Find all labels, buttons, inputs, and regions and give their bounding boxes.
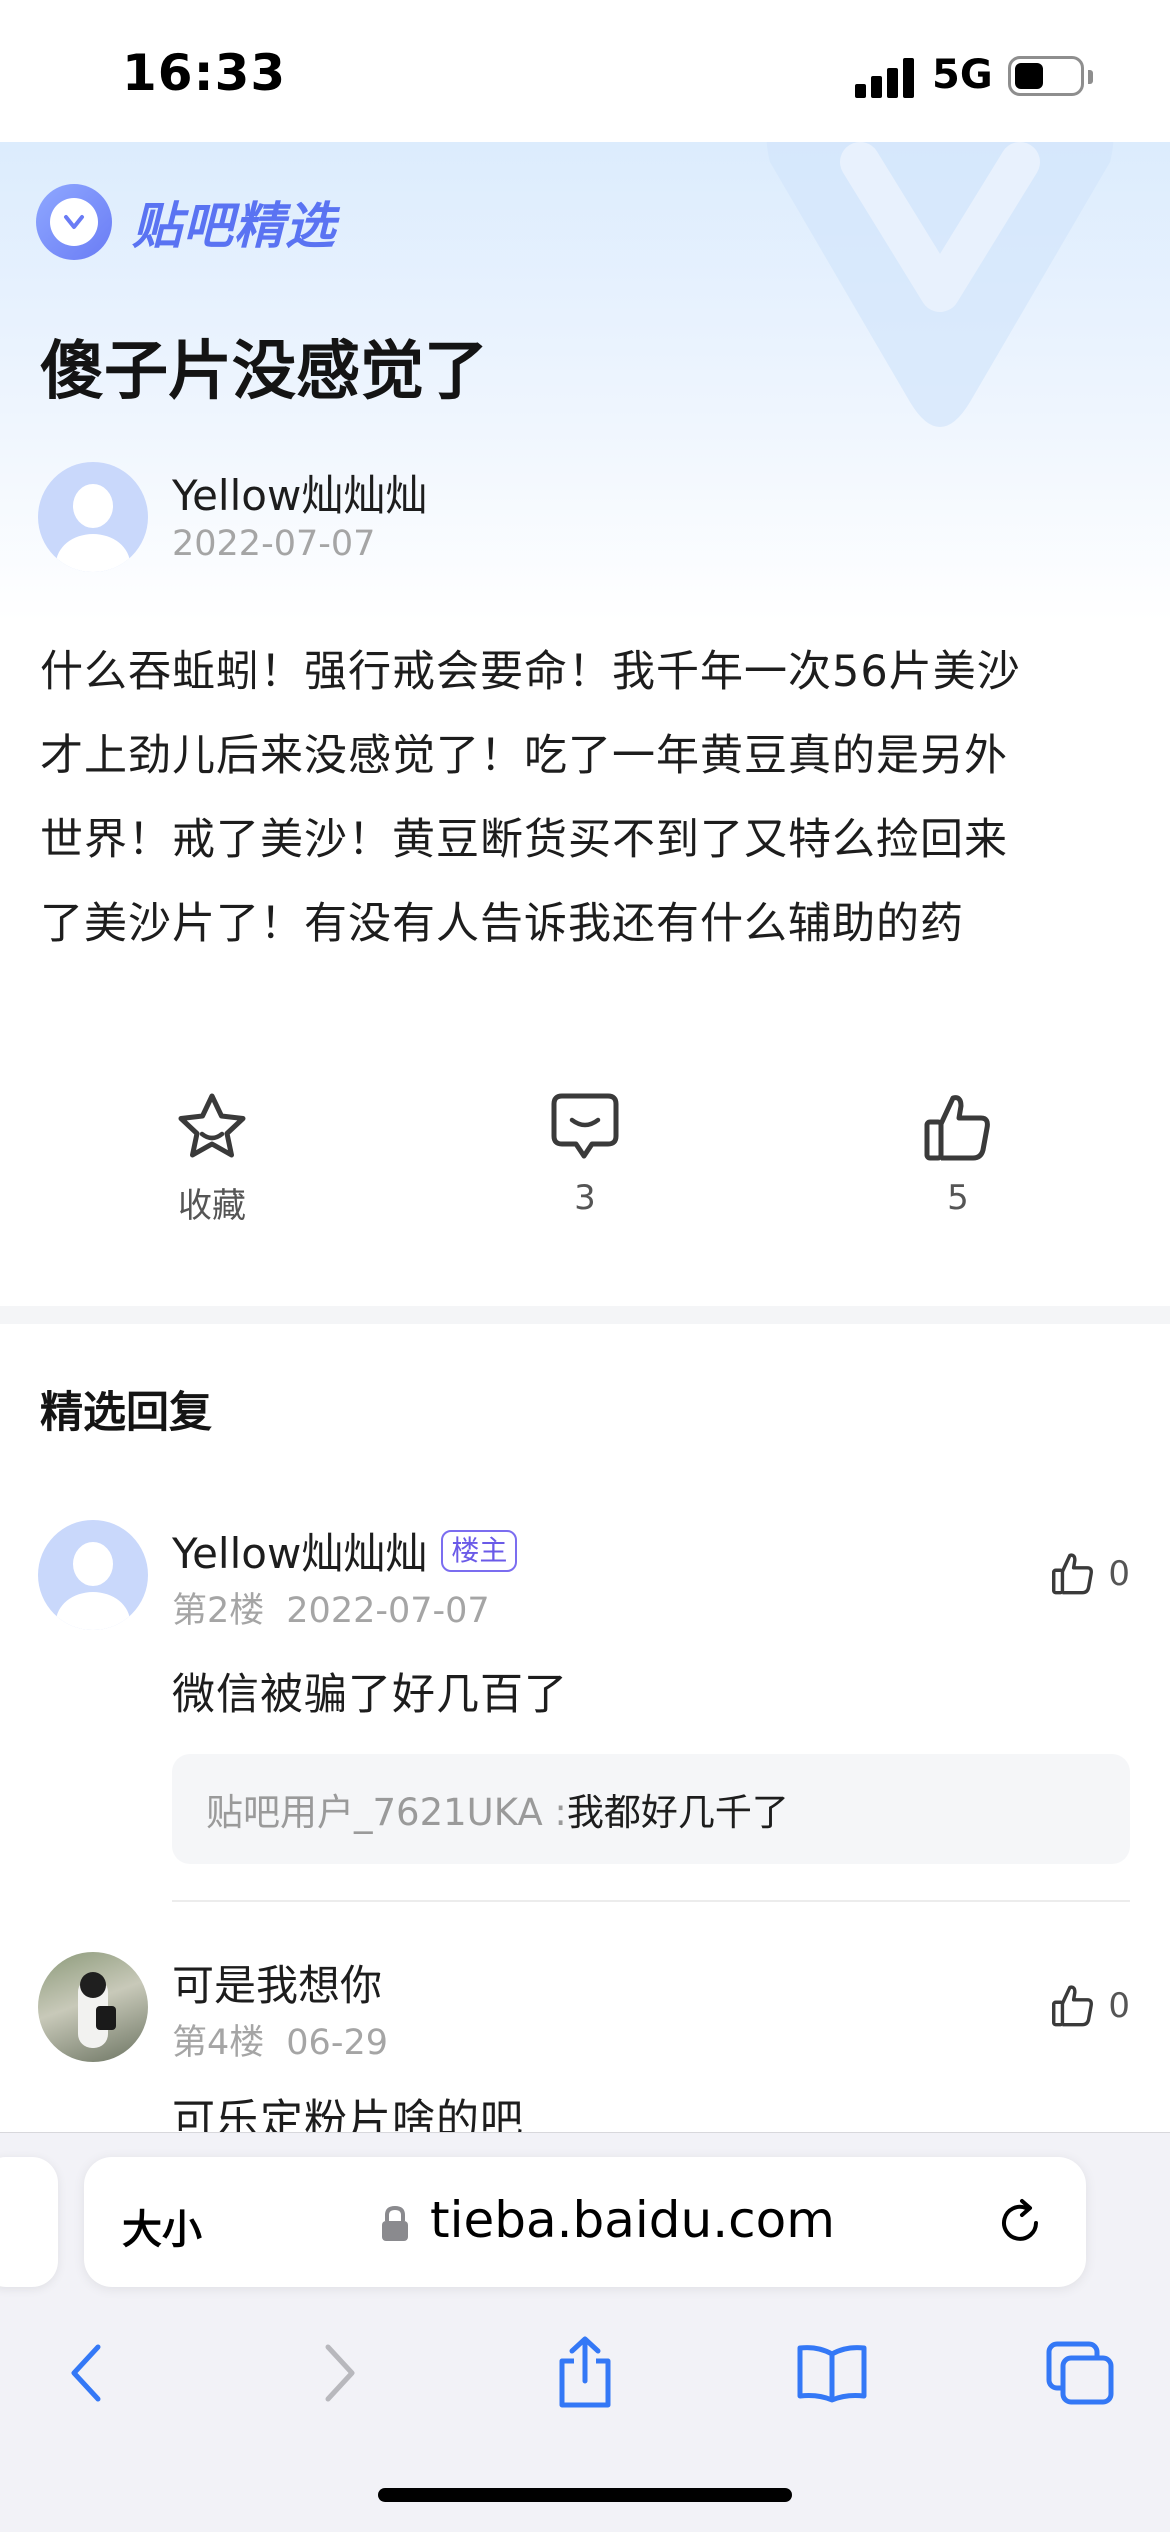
reply-date: 2022-07-07 xyxy=(286,1591,490,1631)
post-body-line: 才上劲儿后来没感觉了！吃了一年黄豆真的是另外 xyxy=(40,731,1008,781)
tabs-button[interactable] xyxy=(1030,2323,1130,2423)
reload-icon[interactable] xyxy=(996,2197,1046,2247)
book-icon xyxy=(797,2345,867,2403)
avatar[interactable] xyxy=(38,1952,148,2062)
tieba-logo-icon xyxy=(36,184,112,260)
browser-toolbar: 大小 tieba.baidu.com xyxy=(0,2132,1170,2532)
signal-icon xyxy=(855,58,915,98)
post-body-line: 世界！戒了美沙！黄豆断货买不到了又特么捡回来 xyxy=(40,815,1008,865)
reply-like-count: 0 xyxy=(1108,1554,1130,1594)
lock-icon xyxy=(382,2205,408,2241)
reply-meta: 第2楼 2022-07-07 xyxy=(172,1582,512,1633)
previous-tab-peek[interactable] xyxy=(0,2157,58,2287)
browser-nav xyxy=(0,2323,1170,2423)
tabs-icon xyxy=(1046,2341,1114,2405)
reply-author-name[interactable]: Yellow灿灿灿 xyxy=(172,1520,427,1581)
reply-divider xyxy=(172,1900,1130,1902)
back-button[interactable] xyxy=(36,2323,136,2423)
reply-author-name[interactable]: 可是我想你 xyxy=(172,1952,382,2013)
star-icon xyxy=(178,1093,246,1158)
thumbs-up-icon xyxy=(924,1095,990,1161)
thumbs-up-icon xyxy=(1052,1985,1094,2027)
brand: 贴吧精选 xyxy=(36,182,336,262)
avatar[interactable] xyxy=(38,1520,148,1630)
post-body: 什么吞蚯蚓！强行戒会要命！我千年一次56片美沙 才上劲儿后来没感觉了！吃了一年黄… xyxy=(40,630,1140,966)
forward-button[interactable] xyxy=(290,2323,390,2423)
reply-meta: 第4楼 06-29 xyxy=(172,2014,410,2065)
battery-tip xyxy=(1088,70,1093,84)
thumbs-up-icon xyxy=(1052,1553,1094,1595)
reply-like-button[interactable]: 0 xyxy=(1050,1550,1130,1598)
avatar[interactable] xyxy=(38,462,148,572)
post-body-line: 了美沙片了！有没有人告诉我还有什么辅助的药 xyxy=(40,899,964,949)
chevron-left-icon xyxy=(71,2344,101,2402)
bookmarks-button[interactable] xyxy=(782,2323,882,2423)
favorite-label: 收藏 xyxy=(178,1186,246,1226)
reply-floor: 第4楼 xyxy=(172,2023,265,2063)
section-divider xyxy=(0,1306,1170,1324)
op-badge: 楼主 xyxy=(441,1529,518,1572)
sub-reply-text: 我都好几千了 xyxy=(566,1791,789,1834)
status-bar: 16:33 5G xyxy=(0,0,1170,142)
reply-date: 06-29 xyxy=(286,2023,388,2063)
sub-reply-user[interactable]: 贴吧用户_7621UKA : xyxy=(206,1782,567,1836)
status-time: 16:33 xyxy=(122,44,287,102)
like-button[interactable]: 5 xyxy=(858,1090,1058,1218)
like-count: 5 xyxy=(947,1178,969,1218)
reply-like-button[interactable]: 0 xyxy=(1050,1982,1130,2030)
share-button[interactable] xyxy=(535,2323,635,2423)
brand-title: 贴吧精选 xyxy=(132,197,336,255)
favorite-button[interactable]: 收藏 xyxy=(112,1090,312,1227)
page: 16:33 5G 贴吧精选 傻子片没感觉了 Yellow灿灿灿 2022-07-… xyxy=(0,0,1170,2532)
battery-level xyxy=(1015,63,1043,89)
text-size-button[interactable]: 大小 xyxy=(122,2197,202,2255)
post-body-line: 什么吞蚯蚓！强行戒会要命！我千年一次56片美沙 xyxy=(40,647,1021,697)
comment-count: 3 xyxy=(574,1178,596,1218)
reply-like-count: 0 xyxy=(1108,1986,1130,2026)
network-label: 5G xyxy=(932,52,993,98)
sub-reply[interactable]: 贴吧用户_7621UKA : 我都好几千了 xyxy=(172,1754,1130,1864)
url-text[interactable]: tieba.baidu.com xyxy=(430,2191,835,2249)
battery-icon xyxy=(1008,56,1084,96)
watermark-logo-icon xyxy=(766,142,1114,427)
home-indicator[interactable] xyxy=(378,2488,792,2502)
post-date: 2022-07-07 xyxy=(172,524,376,564)
comment-icon xyxy=(551,1093,619,1159)
post-title: 傻子片没感觉了 xyxy=(40,335,488,409)
section-title: 精选回复 xyxy=(40,1388,212,1438)
address-bar[interactable]: 大小 tieba.baidu.com xyxy=(84,2157,1086,2287)
reply-text: 微信被骗了好几百了 xyxy=(172,1670,568,1720)
post-actions: 收藏 3 5 xyxy=(0,1090,1170,1230)
reply-author[interactable]: Yellow灿灿灿 楼主 xyxy=(172,1520,518,1581)
author-name[interactable]: Yellow灿灿灿 xyxy=(172,462,427,523)
post-author[interactable]: Yellow灿灿灿 2022-07-07 xyxy=(38,462,1138,572)
reply-floor: 第2楼 xyxy=(172,1591,265,1631)
reply-author[interactable]: 可是我想你 xyxy=(172,1952,382,2013)
chevron-right-icon xyxy=(325,2344,355,2402)
comment-button[interactable]: 3 xyxy=(485,1090,685,1218)
share-icon xyxy=(559,2336,611,2408)
